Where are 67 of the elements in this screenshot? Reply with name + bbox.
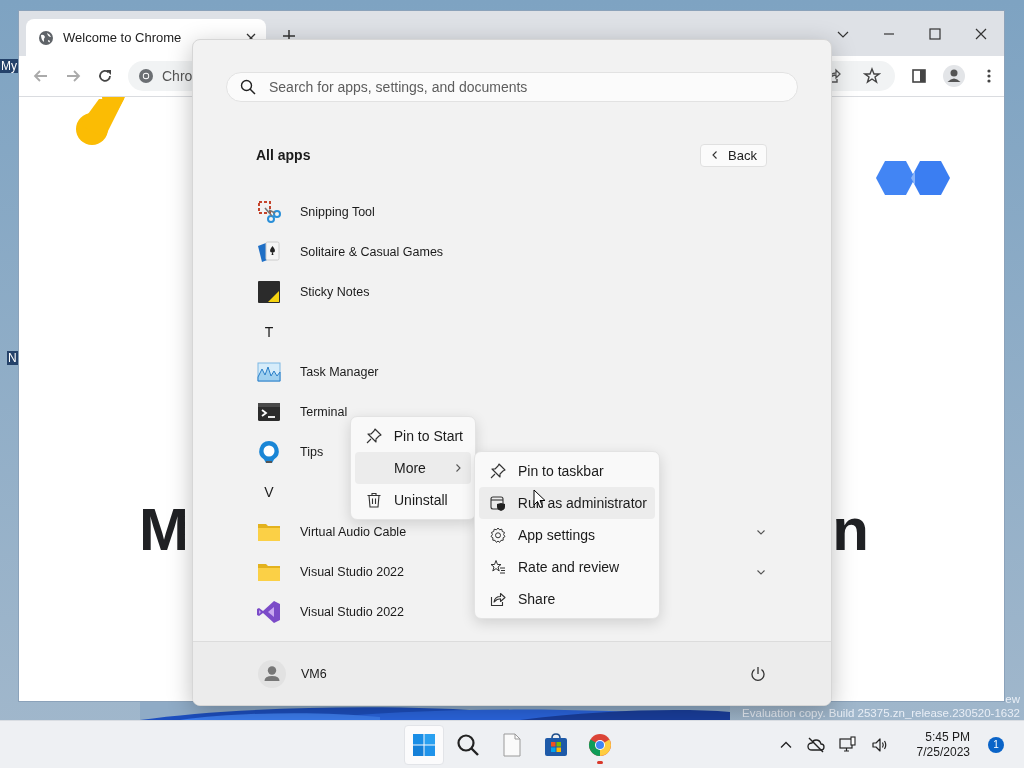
pin-icon [490,463,506,479]
section-title: All apps [256,147,311,163]
menu-item[interactable]: App settings [479,519,655,551]
reload-icon[interactable] [96,67,114,85]
activity-chart-icon [257,360,281,384]
menu-item[interactable]: Share [479,583,655,615]
search-icon [456,732,480,757]
cloud-off-icon[interactable] [806,735,825,754]
app-name[interactable]: Snipping Tool [300,205,375,219]
menu-item[interactable]: Pin to taskbar [479,455,655,487]
document-icon [500,732,524,757]
watermark-text: ew [1005,692,1020,706]
desktop-icon-label[interactable]: My [0,59,18,73]
monitor-icon[interactable] [838,735,857,754]
terminal-icon [257,400,281,424]
app-name[interactable]: Visual Studio 2022 [300,565,405,579]
profile-icon[interactable] [943,65,965,87]
shield-window-icon [489,495,506,511]
globe-icon [38,29,54,46]
notification-badge[interactable]: 1 [988,736,1004,753]
search-icon [240,79,256,95]
share-icon [490,591,506,607]
letter-header[interactable]: V [256,484,282,500]
chrome-logo-icon [588,732,612,757]
maximize-icon[interactable] [928,27,942,41]
user-avatar-icon[interactable] [258,659,286,688]
desktop-icon-label[interactable]: N [7,351,18,365]
chrome-logo-icon [138,68,154,84]
scissors-icon [257,200,281,224]
app-name[interactable]: Task Manager [300,365,379,379]
pin-icon [365,428,382,444]
playing-cards-icon [257,240,281,264]
page-heading: n [832,497,869,563]
clock-date[interactable]: 7/25/2023 [916,744,970,760]
clock-time[interactable]: 5:45 PM [925,729,970,745]
watermark-text: Evaluation copy. Build 25375.zn_release.230520-1632 [742,706,1020,720]
close-icon[interactable] [974,27,988,41]
search-field[interactable]: Search for apps, settings, and documents [226,72,798,102]
star-icon[interactable] [863,67,881,85]
app-name[interactable]: Solitaire & Casual Games [300,245,444,259]
gear-icon [490,527,506,543]
back-button[interactable]: Back [700,143,767,167]
windows-logo-icon [412,732,436,757]
chevron-down-icon[interactable] [756,567,766,577]
shopping-bag-icon [544,732,568,757]
chevron-down-icon[interactable] [756,527,766,537]
menu-item[interactable]: More [355,452,471,484]
power-icon[interactable] [749,664,767,683]
menu-item[interactable]: Pin to Start [355,420,471,452]
chevron-right-icon [453,463,463,473]
illustration-drawing [75,97,125,145]
trash-icon [366,492,382,508]
app-name[interactable]: Terminal [300,405,348,419]
sticky-note-icon [257,280,281,304]
app-name[interactable]: Tips [300,445,324,459]
menu-item[interactable]: Uninstall [355,484,471,516]
side-panel-icon[interactable] [910,67,928,85]
app-name[interactable]: Visual Studio 2022 [300,605,405,619]
letter-header[interactable]: T [256,324,282,340]
page-heading: M [139,497,189,563]
user-name[interactable]: VM6 [301,666,327,681]
star-list-icon [490,559,506,575]
app-name[interactable]: Virtual Audio Cable [300,525,407,539]
menu-item[interactable]: Rate and review [479,551,655,583]
lightbulb-icon [257,440,281,464]
infinity-logo-icon [257,600,281,624]
app-name[interactable]: Sticky Notes [300,285,370,299]
